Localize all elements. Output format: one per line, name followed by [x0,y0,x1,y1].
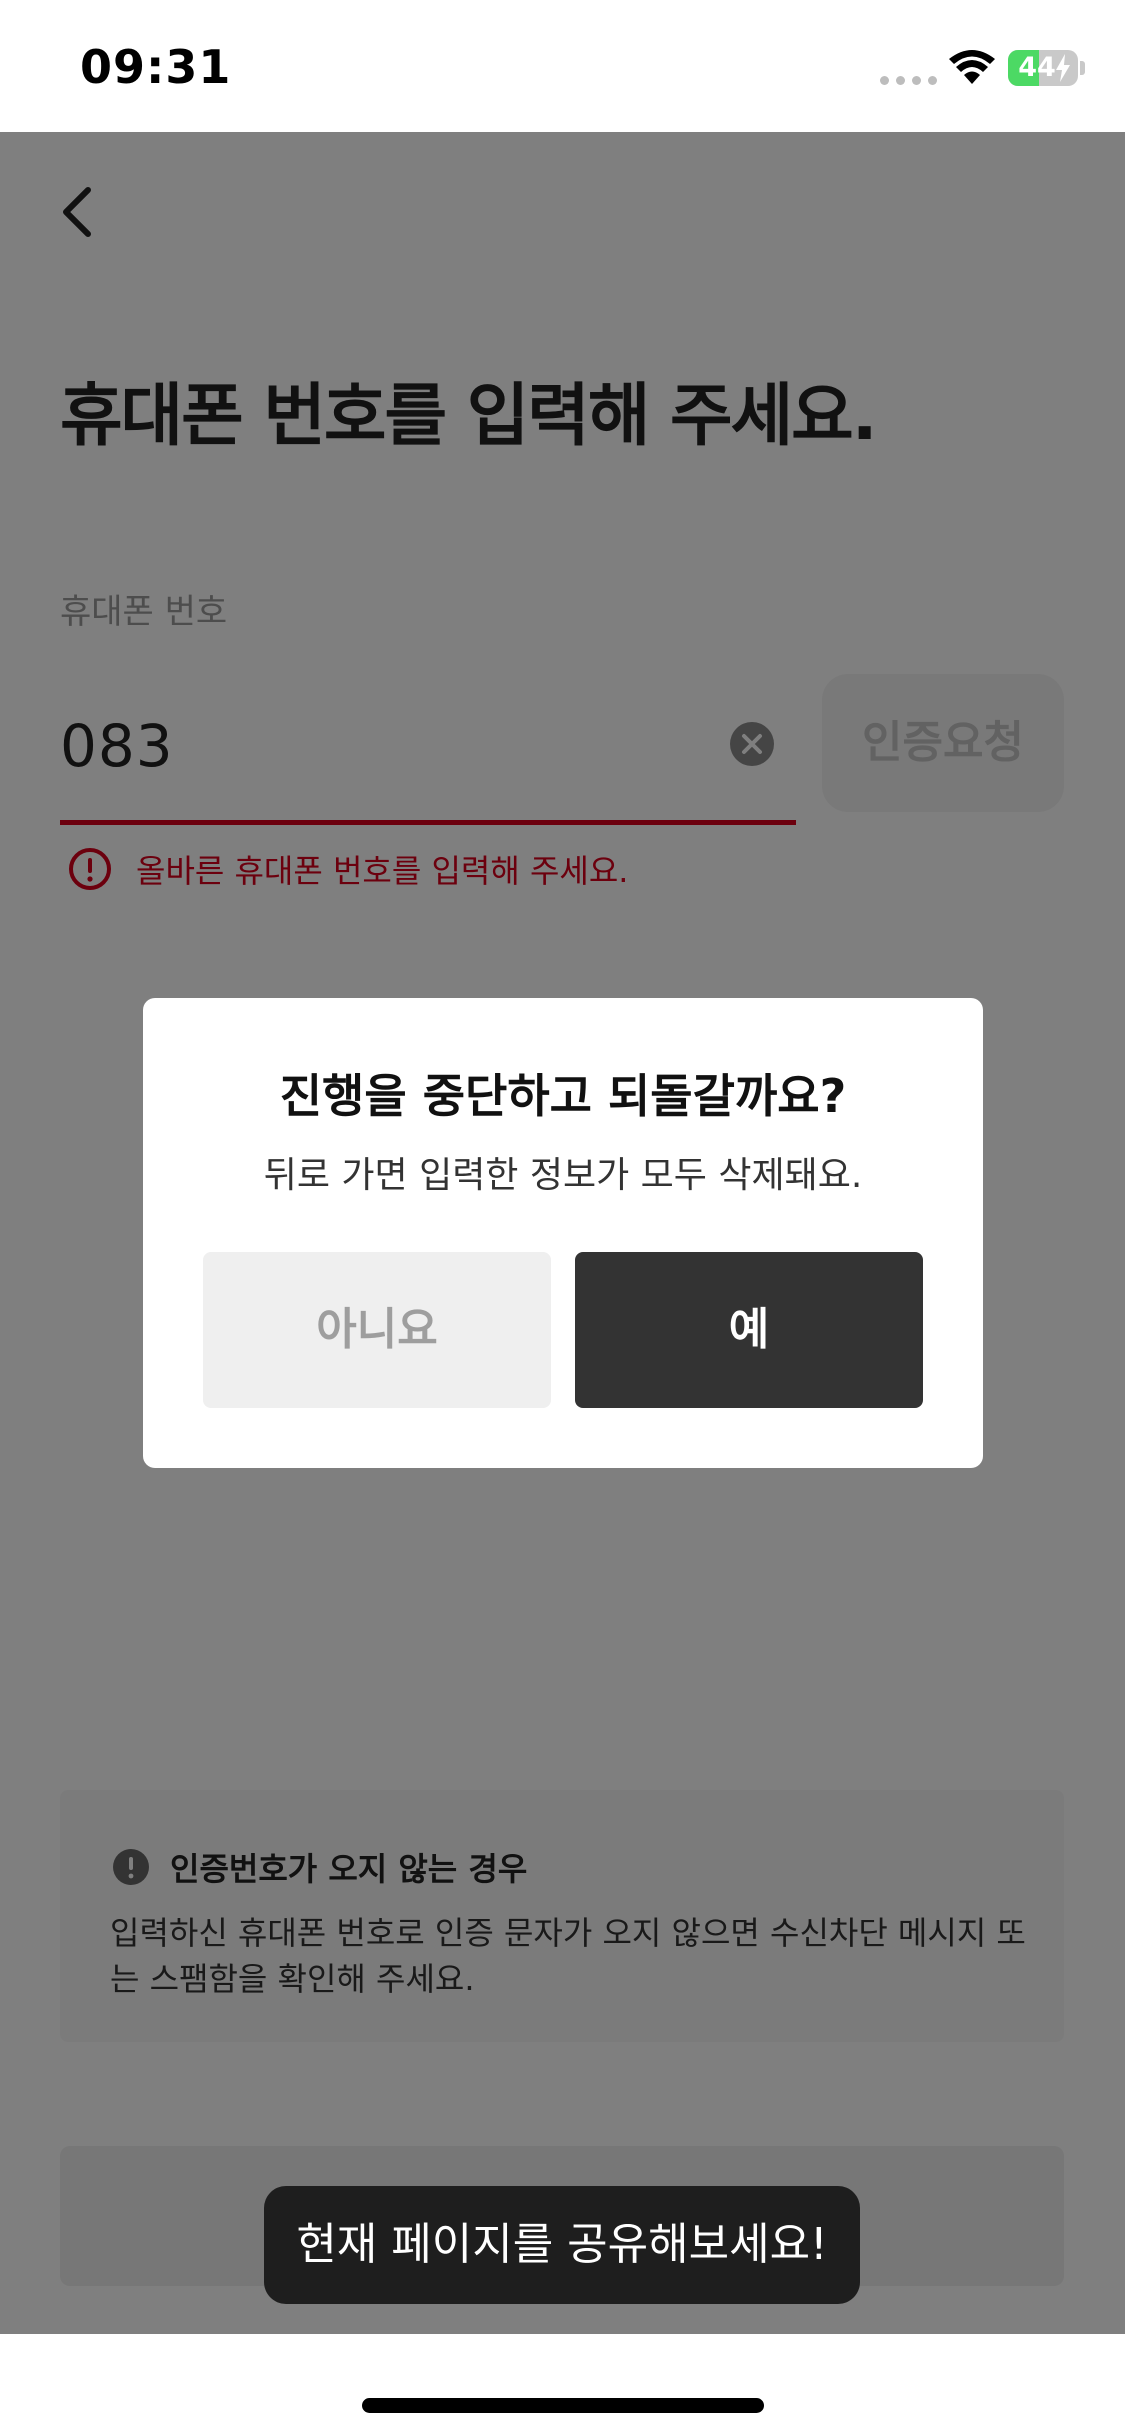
home-bar-area [0,2334,1125,2436]
status-bar: 09:31 44 [0,0,1125,132]
cellular-signal-icon [880,76,937,85]
bolt-icon [1056,54,1070,82]
share-toast: 현재 페이지를 공유해보세요! [264,2186,860,2304]
wifi-icon [949,50,995,84]
battery-cap [1080,61,1085,75]
dialog-title: 진행을 중단하고 되돌갈까요? [279,1069,847,1123]
home-indicator[interactable] [362,2398,764,2413]
confirm-dialog: 진행을 중단하고 되돌갈까요? 뒤로 가면 입력한 정보가 모두 삭제돼요. 아… [143,998,983,1468]
battery-charging-icon: 44 [1008,50,1078,86]
dialog-yes-button[interactable]: 예 [575,1252,923,1408]
dialog-message: 뒤로 가면 입력한 정보가 모두 삭제돼요. [263,1155,863,1196]
dialog-no-button[interactable]: 아니요 [203,1252,551,1408]
status-time: 09:31 [80,40,232,94]
